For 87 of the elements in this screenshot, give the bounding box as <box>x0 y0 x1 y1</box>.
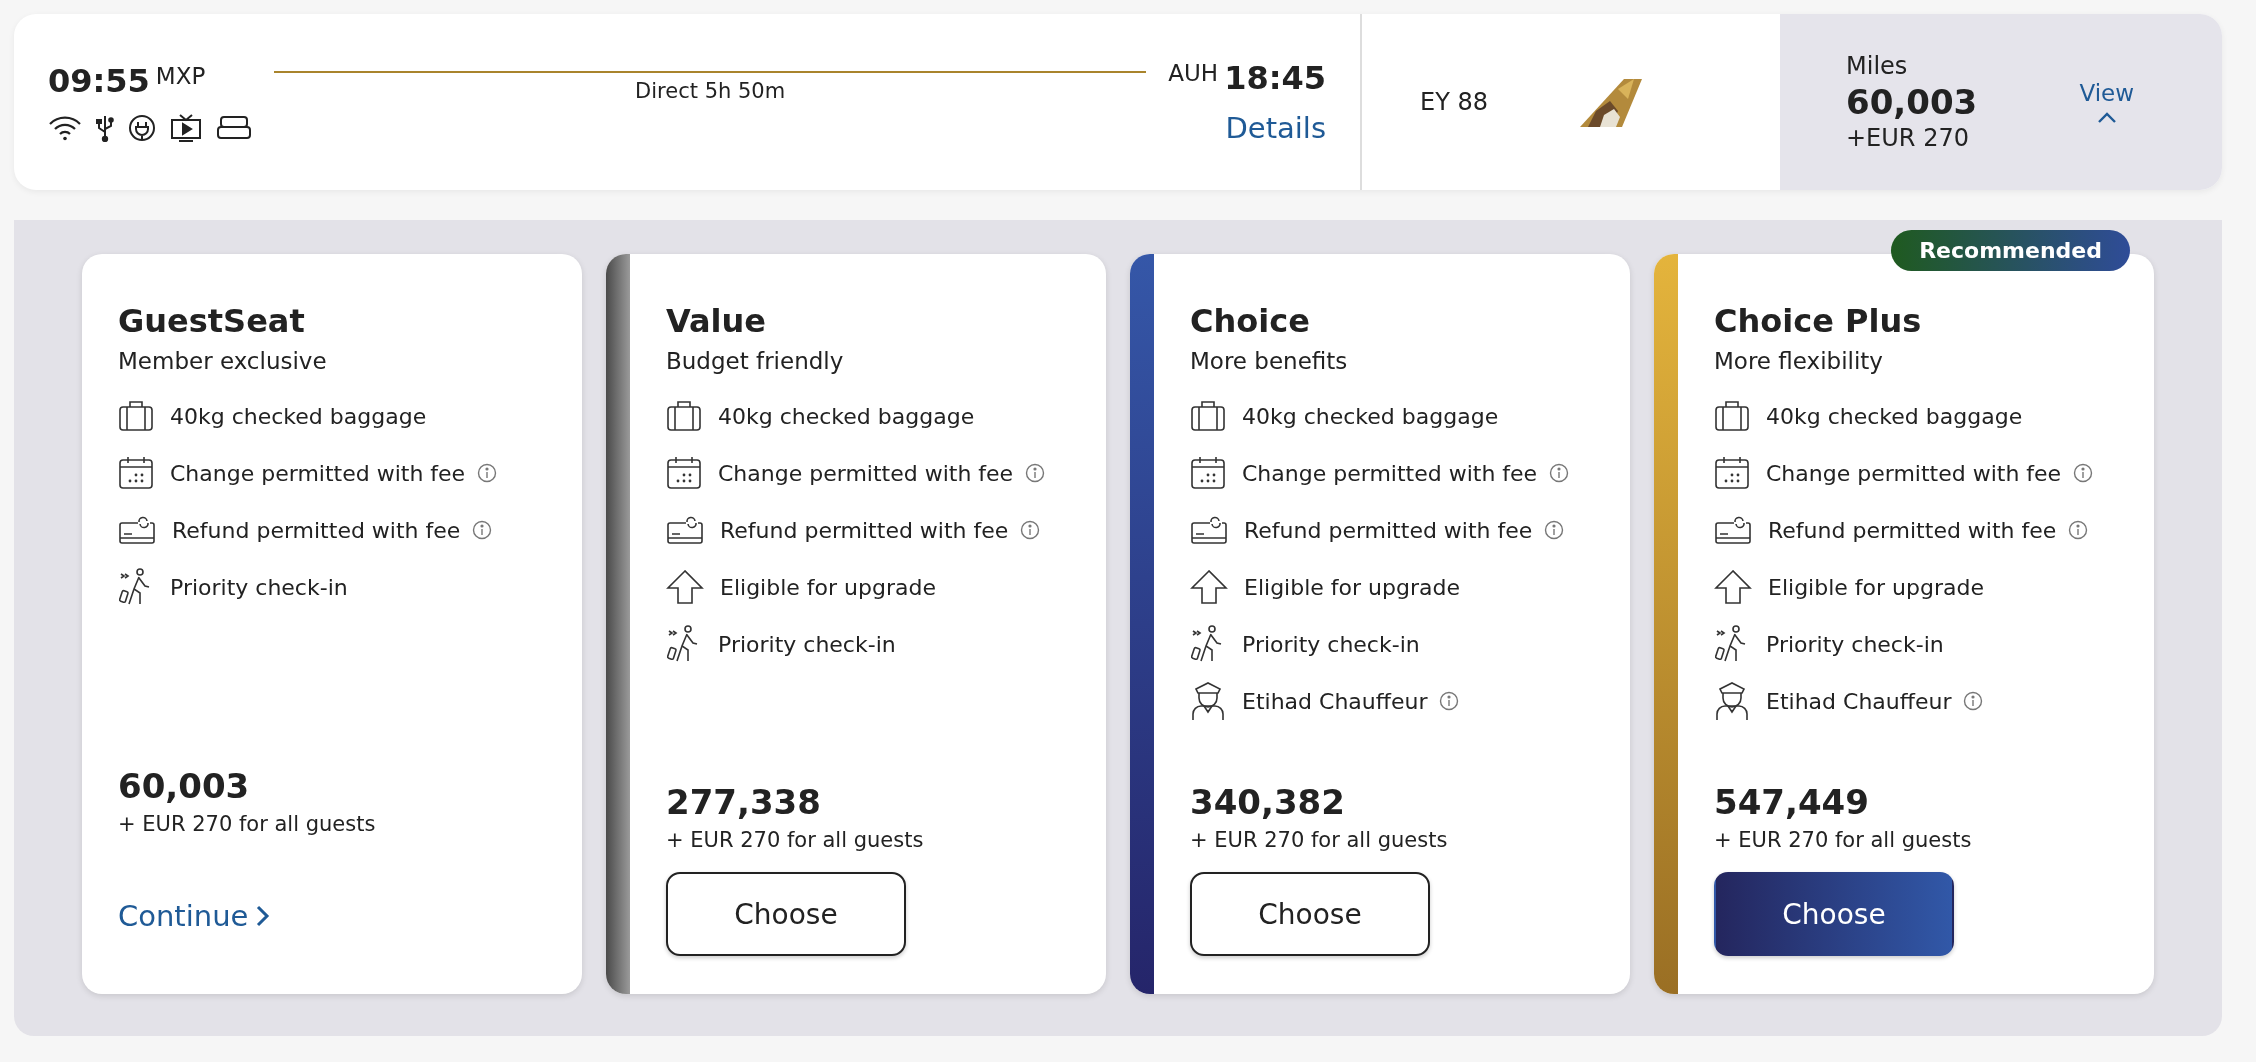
up-arrow-icon <box>666 569 704 605</box>
feature-text: 40kg checked baggage <box>1766 403 2023 429</box>
fare-price: 277,338 <box>666 782 822 822</box>
tv-icon <box>170 114 202 142</box>
price-note: + EUR 270 for all guests <box>666 828 925 852</box>
info-icon[interactable] <box>477 463 498 483</box>
feature-text: Refund permitted with fee <box>1768 517 2057 543</box>
choose-button[interactable]: Choose <box>666 872 906 956</box>
feature-text: 40kg checked baggage <box>170 403 427 429</box>
feature-text: Refund permitted with fee <box>172 517 461 543</box>
card-refresh-icon <box>118 515 156 545</box>
feature-text: Refund permitted with fee <box>720 517 1009 543</box>
info-icon[interactable] <box>1439 691 1460 711</box>
calendar-icon <box>1714 456 1750 490</box>
feature-text: Change permitted with fee <box>1242 460 1538 486</box>
arrival-airport: AUH <box>1168 60 1219 86</box>
recommended-badge: Recommended <box>1891 230 2130 271</box>
feature-text: Priority check-in <box>1766 631 1944 657</box>
info-icon[interactable] <box>1963 691 1984 711</box>
continue-link[interactable]: Continue <box>118 876 271 956</box>
fare-name: Choice Plus <box>1714 302 1923 340</box>
feature-text: Priority check-in <box>1242 631 1420 657</box>
fare-name: GuestSeat <box>118 302 306 340</box>
fare-price: 547,449 <box>1714 782 1870 822</box>
departure-time: 09:55 <box>48 62 150 100</box>
fare-subtitle: Budget friendly <box>666 348 845 374</box>
info-icon[interactable] <box>2068 520 2089 540</box>
flight-duration: Direct 5h 50m <box>635 79 786 103</box>
feature-text: Change permitted with fee <box>1766 460 2062 486</box>
card-refresh-icon <box>666 515 704 545</box>
up-arrow-icon <box>1190 569 1228 605</box>
fare-name: Value <box>666 302 768 340</box>
price-note: + EUR 270 for all guests <box>118 812 377 836</box>
suitcase-icon <box>1190 400 1226 432</box>
usb-icon <box>96 114 114 142</box>
info-icon[interactable] <box>1020 520 1041 540</box>
details-link[interactable]: Details <box>1225 111 1326 145</box>
fare-subtitle: More flexibility <box>1714 348 1884 374</box>
price-note: + EUR 270 for all guests <box>1714 828 1973 852</box>
feature-text: Etihad Chauffeur <box>1766 688 1952 714</box>
up-arrow-icon <box>1714 569 1752 605</box>
feature-text: 40kg checked baggage <box>1242 403 1499 429</box>
feature-text: Eligible for upgrade <box>1244 574 1460 600</box>
feature-text: Eligible for upgrade <box>1768 574 1984 600</box>
power-plug-icon <box>128 114 156 142</box>
fare-subtitle: More benefits <box>1190 348 1349 374</box>
flight-number: EY 88 <box>1420 88 1488 116</box>
chauffeur-icon <box>1190 681 1226 721</box>
chauffeur-icon <box>1714 681 1750 721</box>
info-icon[interactable] <box>1549 463 1570 483</box>
card-refresh-icon <box>1714 515 1752 545</box>
feature-text: 40kg checked baggage <box>718 403 975 429</box>
fare-name: Choice <box>1190 302 1311 340</box>
feature-text: Change permitted with fee <box>718 460 1014 486</box>
miles-surcharge: +EUR 270 <box>1846 124 1970 152</box>
feature-text: Change permitted with fee <box>170 460 466 486</box>
feature-text: Etihad Chauffeur <box>1242 688 1428 714</box>
info-icon[interactable] <box>1544 520 1565 540</box>
suitcase-icon <box>1714 400 1750 432</box>
suitcase-icon <box>666 400 702 432</box>
feature-text: Priority check-in <box>718 631 896 657</box>
choose-button[interactable]: Choose <box>1190 872 1430 956</box>
chevron-right-icon <box>254 904 271 928</box>
calendar-icon <box>1190 456 1226 490</box>
wifi-icon <box>48 115 82 141</box>
miles-label: Miles <box>1846 52 1909 80</box>
feature-text: Eligible for upgrade <box>720 574 936 600</box>
choose-button[interactable]: Choose <box>1714 872 1954 956</box>
suitcase-icon <box>118 400 154 432</box>
card-refresh-icon <box>1190 515 1228 545</box>
calendar-icon <box>666 456 702 490</box>
view-toggle[interactable]: View <box>2079 80 2134 124</box>
fare-price: 340,382 <box>1190 782 1346 822</box>
price-note: + EUR 270 for all guests <box>1190 828 1449 852</box>
fare-subtitle: Member exclusive <box>118 348 328 374</box>
arrival-time: 18:45 <box>1224 59 1326 97</box>
info-icon[interactable] <box>1025 463 1046 483</box>
fare-price: 60,003 <box>118 766 251 806</box>
bed-icon <box>216 115 252 141</box>
info-icon[interactable] <box>2073 463 2094 483</box>
miles-value: 60,003 <box>1846 82 1978 122</box>
feature-text: Refund permitted with fee <box>1244 517 1533 543</box>
calendar-icon <box>118 456 154 490</box>
feature-text: Priority check-in <box>170 574 348 600</box>
tail-fin-logo-icon <box>1578 77 1642 127</box>
info-icon[interactable] <box>472 520 493 540</box>
departure-airport: MXP <box>155 63 206 89</box>
